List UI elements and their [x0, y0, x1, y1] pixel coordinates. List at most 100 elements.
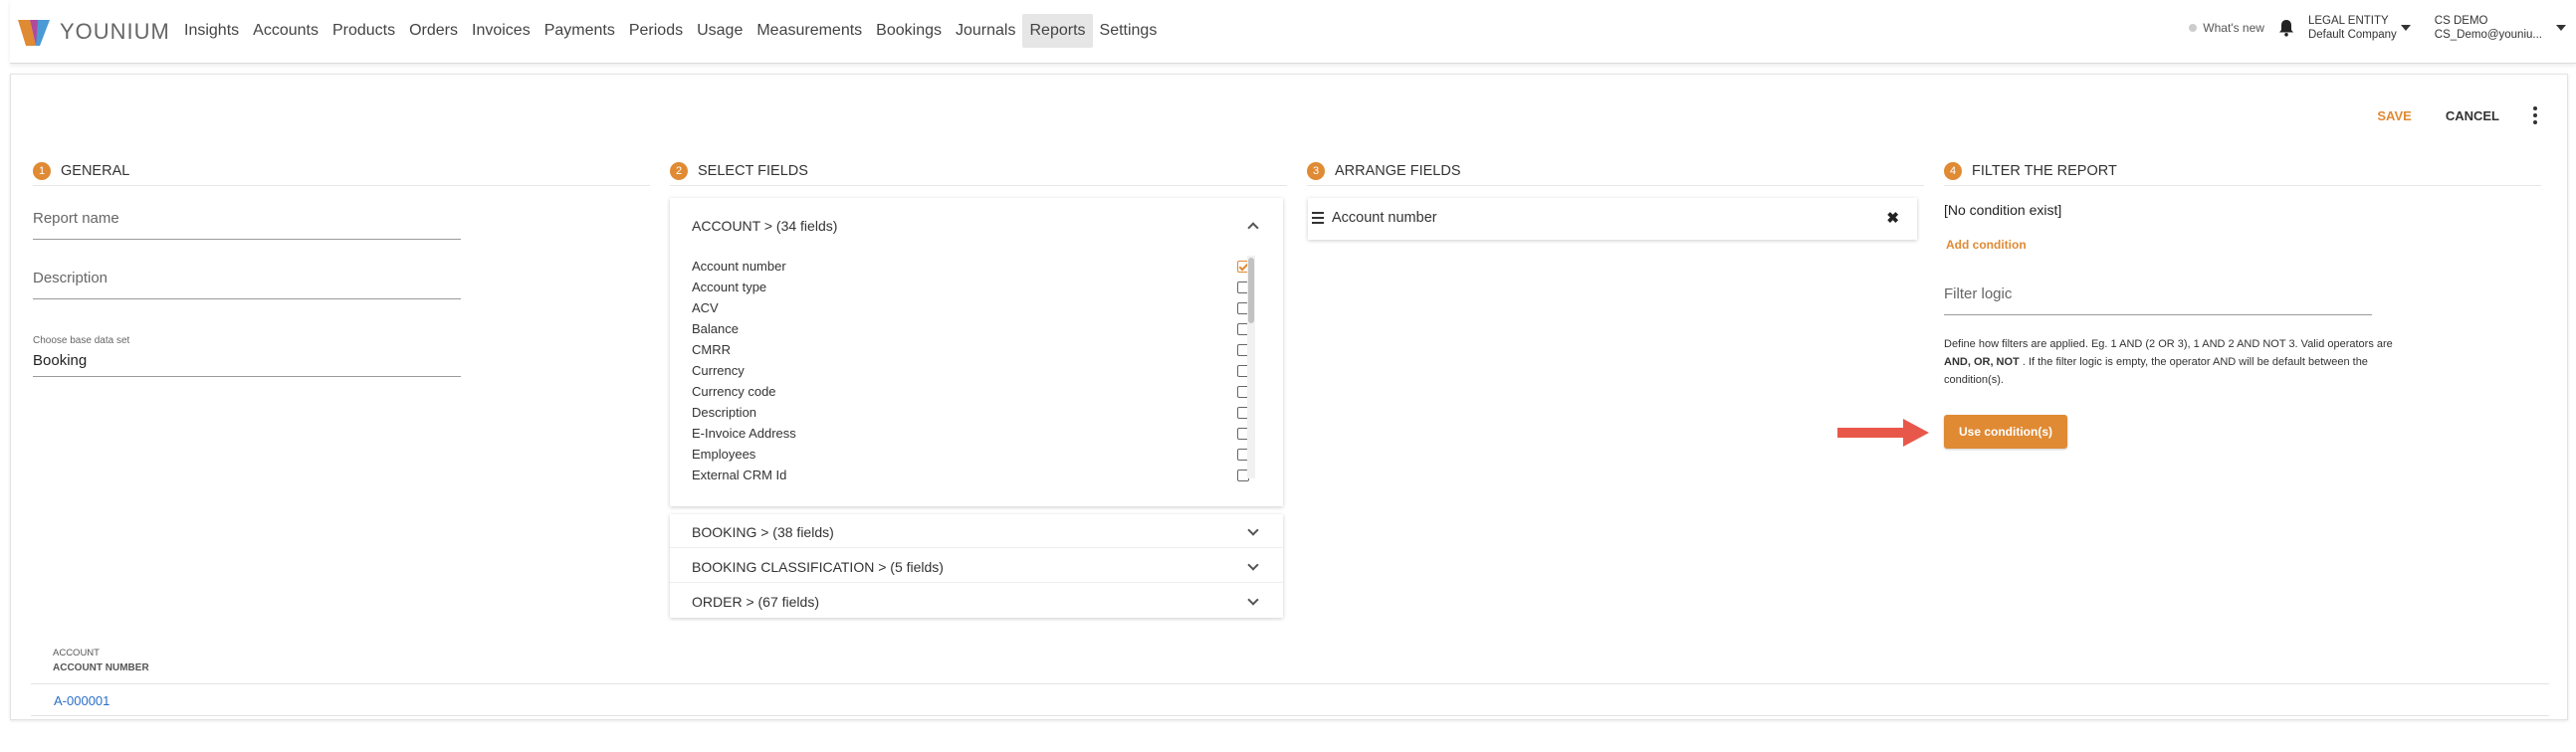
base-data-set-label: Choose base data set [33, 335, 130, 346]
description-placeholder: Description [33, 270, 108, 286]
bell-icon[interactable] [2278, 19, 2294, 37]
chevron-down-icon [1247, 559, 1259, 571]
chevron-down-icon [2400, 25, 2411, 31]
operators-text: AND, OR, NOT [1944, 356, 2020, 368]
chevron-up-icon[interactable] [1247, 222, 1259, 234]
report-name-field[interactable]: Report name [33, 210, 461, 240]
field-row-external-crm-id[interactable]: External CRM Id [692, 465, 1249, 485]
account-group-header[interactable]: ACCOUNT > (34 fields) [692, 218, 837, 234]
drag-handle-icon[interactable] [1312, 212, 1324, 224]
group-booking[interactable]: BOOKING > (38 fields) [670, 514, 1283, 548]
nav-item-measurements[interactable]: Measurements [750, 14, 869, 48]
field-row-e-invoice-address[interactable]: E-Invoice Address [692, 423, 1249, 444]
nav-item-invoices[interactable]: Invoices [465, 14, 537, 48]
user-name: CS DEMO [2434, 15, 2488, 27]
nav-item-usage[interactable]: Usage [690, 14, 750, 48]
report-builder-card: SAVE CANCEL 1 GENERAL 2 SELECT FIELDS 3 … [10, 74, 2568, 720]
status-dot-icon [2189, 24, 2198, 32]
filter-logic-placeholder: Filter logic [1944, 285, 2013, 302]
preview-table-header: ACCOUNT ACCOUNT NUMBER [53, 646, 149, 675]
nav-item-periods[interactable]: Periods [622, 14, 690, 48]
arranged-field-label: Account number [1332, 210, 1437, 226]
top-navigation-bar: YOUNIUM Insights Accounts Products Order… [10, 0, 2576, 64]
column-group-label: ACCOUNT [53, 648, 100, 658]
base-data-set-select[interactable]: Choose base data set Booking [33, 335, 461, 377]
section-general-header: 1 GENERAL [33, 156, 650, 186]
nav-item-journals[interactable]: Journals [949, 14, 1022, 48]
nav-item-orders[interactable]: Orders [402, 14, 465, 48]
chevron-down-icon [2556, 25, 2566, 31]
filter-help-text: Define how filters are applied. Eg. 1 AN… [1944, 338, 2393, 386]
user-menu[interactable]: CS DEMO CS_Demo@youniu... [2435, 14, 2566, 42]
user-email: CS_Demo@youniu... [2434, 29, 2542, 41]
add-condition-link[interactable]: Add condition [1946, 238, 2027, 252]
report-name-placeholder: Report name [33, 210, 119, 227]
arrow-right-icon [1837, 419, 1929, 447]
nav-item-insights[interactable]: Insights [177, 14, 246, 48]
main-nav: Insights Accounts Products Orders Invoic… [177, 14, 1164, 48]
no-condition-text: [No condition exist] [1944, 202, 2062, 218]
cancel-button[interactable]: CANCEL [2446, 108, 2499, 123]
group-order[interactable]: ORDER > (67 fields) [670, 584, 1283, 618]
filter-logic-input[interactable]: Filter logic [1944, 285, 2372, 315]
table-divider [31, 683, 2549, 684]
nav-item-products[interactable]: Products [325, 14, 402, 48]
section-arrange-header: 3 ARRANGE FIELDS [1307, 156, 1924, 186]
action-bar: SAVE CANCEL [2377, 106, 2537, 124]
whats-new-link[interactable]: What's new [2189, 21, 2264, 35]
close-icon[interactable]: ✖ [1886, 209, 1899, 227]
field-row-acv[interactable]: ACV [692, 297, 1249, 318]
nav-item-bookings[interactable]: Bookings [869, 14, 949, 48]
nav-item-accounts[interactable]: Accounts [246, 14, 325, 48]
section-select-header: 2 SELECT FIELDS [670, 156, 1287, 186]
field-row-currency[interactable]: Currency [692, 360, 1249, 381]
field-row-account-type[interactable]: Account type [692, 277, 1249, 297]
use-conditions-button[interactable]: Use condition(s) [1944, 415, 2067, 449]
step-badge: 1 [33, 161, 51, 180]
field-row-description[interactable]: Description [692, 402, 1249, 423]
save-button[interactable]: SAVE [2377, 108, 2411, 123]
more-options-icon[interactable] [2533, 106, 2537, 124]
account-field-list: Account number Account type ACV Balance … [692, 256, 1249, 485]
step-badge: 4 [1944, 161, 1962, 180]
table-cell-account-number[interactable]: A-000001 [54, 693, 109, 708]
whats-new-label: What's new [2203, 21, 2264, 35]
chevron-down-icon [1247, 524, 1259, 536]
nav-item-payments[interactable]: Payments [537, 14, 622, 48]
field-row-employees[interactable]: Employees [692, 444, 1249, 465]
legal-entity-value: Default Company [2307, 29, 2397, 41]
section-title: ARRANGE FIELDS [1335, 162, 1461, 179]
account-fields-panel: ACCOUNT > (34 fields) Account number Acc… [670, 198, 1283, 506]
section-filter-header: 4 FILTER THE REPORT [1944, 156, 2541, 186]
base-data-set-value: Booking [33, 352, 88, 369]
group-label: BOOKING CLASSIFICATION > (5 fields) [692, 559, 944, 575]
field-row-cmrr[interactable]: CMRR [692, 339, 1249, 360]
step-badge: 2 [670, 161, 688, 180]
arranged-field-item[interactable]: Account number ✖ [1308, 198, 1917, 240]
field-list-scrollbar[interactable] [1247, 256, 1255, 478]
field-row-account-number[interactable]: Account number [692, 256, 1249, 277]
group-booking-classification[interactable]: BOOKING CLASSIFICATION > (5 fields) [670, 549, 1283, 583]
chevron-down-icon [1247, 594, 1259, 606]
collapsed-groups-panel: BOOKING > (38 fields) BOOKING CLASSIFICA… [670, 514, 1283, 618]
column-header[interactable]: ACCOUNT NUMBER [53, 660, 149, 675]
section-title: SELECT FIELDS [698, 162, 808, 179]
group-label: BOOKING > (38 fields) [692, 524, 834, 540]
logo-text: YOUNIUM [60, 19, 170, 44]
group-label: ORDER > (67 fields) [692, 594, 819, 610]
scrollbar-thumb[interactable] [1248, 258, 1254, 323]
section-title: GENERAL [61, 162, 130, 179]
nav-item-reports[interactable]: Reports [1022, 14, 1093, 48]
description-field[interactable]: Description [33, 270, 461, 299]
legal-entity-selector[interactable]: LEGAL ENTITY Default Company [2308, 14, 2411, 42]
field-row-balance[interactable]: Balance [692, 318, 1249, 339]
legal-entity-label: LEGAL ENTITY [2307, 15, 2389, 27]
step-badge: 3 [1307, 161, 1325, 180]
logo-mark-icon [18, 20, 50, 46]
younium-logo[interactable]: YOUNIUM [16, 16, 170, 48]
field-row-currency-code[interactable]: Currency code [692, 381, 1249, 402]
section-title: FILTER THE REPORT [1972, 162, 2117, 179]
nav-item-settings[interactable]: Settings [1093, 14, 1165, 48]
top-right-area: What's new LEGAL ENTITY Default Company … [2189, 14, 2566, 42]
table-divider [31, 715, 2549, 716]
